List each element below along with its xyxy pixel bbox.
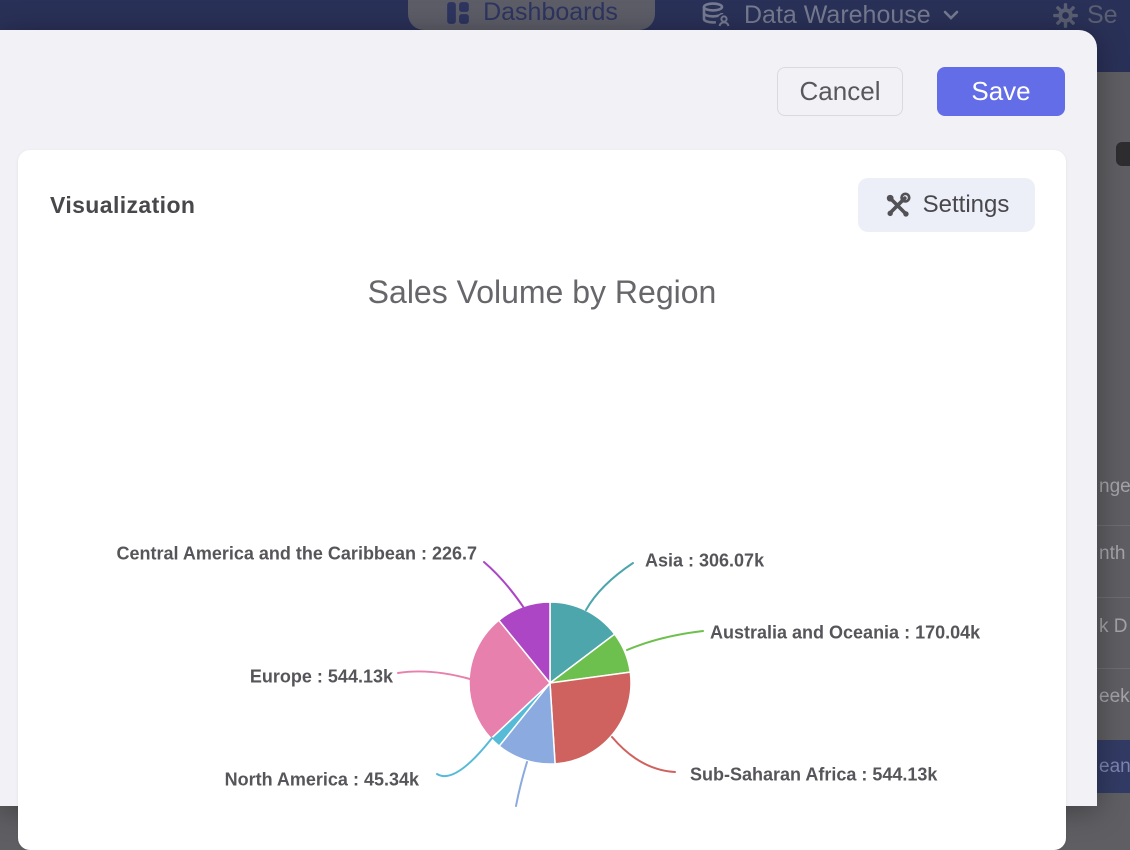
visualization-card: Visualization Settings Sales Volume by R…: [18, 150, 1066, 850]
pie-label: Sub-Saharan Africa : 544.13k: [690, 765, 937, 786]
pie-label: North America : 45.34k: [225, 770, 419, 791]
visualization-modal: Cancel Save Visualization Settings Sales…: [0, 30, 1097, 806]
background-row-separator: [1097, 668, 1130, 669]
gear-icon: [1052, 2, 1079, 29]
cancel-button[interactable]: Cancel: [777, 67, 903, 116]
pie-chart: Asia : 306.07k Australia and Oceania : 17…: [18, 150, 1066, 850]
background-row-partial-text: ean: [1099, 756, 1130, 778]
pie-label: Central America and the Caribbean : 226.…: [117, 544, 477, 565]
pie-label: Europe : 544.13k: [250, 667, 393, 688]
background-row-separator: [1097, 525, 1130, 526]
background-dark-chip: [1116, 142, 1130, 166]
nav-dashboards-label: Dashboards: [483, 0, 618, 26]
nav-item-dashboards[interactable]: Dashboards: [408, 0, 655, 30]
save-button[interactable]: Save: [937, 67, 1065, 116]
background-row-partial-text: nge: [1099, 476, 1130, 498]
pie-label: Asia : 306.07k: [645, 551, 764, 572]
pie-leader-line: [398, 671, 470, 679]
pie-slice-sub-saharan-africa[interactable]: [550, 672, 631, 764]
nav-data-warehouse-label: Data Warehouse: [744, 1, 931, 30]
pie-leader-line: [627, 631, 703, 650]
dashboard-icon: [445, 0, 471, 26]
background-row-partial-text: k D: [1099, 616, 1128, 638]
background-dropdown-row-selected: ean: [1097, 740, 1130, 793]
pie-leader-line: [516, 762, 527, 806]
pie-label: Australia and Oceania : 170.04k: [710, 623, 980, 644]
chevron-down-icon: [943, 10, 959, 20]
background-row-separator: [1097, 597, 1130, 598]
pie-leader-line: [484, 562, 524, 608]
nav-item-settings[interactable]: Se: [1052, 0, 1118, 30]
pie-leader-line: [586, 563, 633, 610]
pie-leader-line: [612, 737, 675, 772]
background-row-partial-text: eek: [1099, 686, 1130, 708]
pie-leader-line: [437, 738, 492, 776]
database-user-icon: [700, 0, 732, 30]
nav-settings-partial-label: Se: [1087, 1, 1118, 30]
nav-item-data-warehouse[interactable]: Data Warehouse: [700, 0, 959, 30]
background-row-partial-text: nth: [1099, 543, 1125, 565]
